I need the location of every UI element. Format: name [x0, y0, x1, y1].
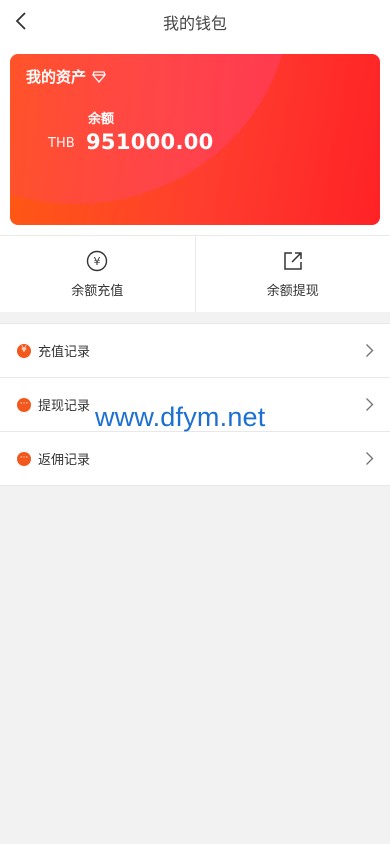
- assets-title: 我的资产: [26, 68, 87, 86]
- yen-dot-icon: ¥: [17, 343, 31, 358]
- diamond-icon: [92, 70, 106, 83]
- list-item-recharge-records[interactable]: ¥ 充值记录: [0, 324, 390, 378]
- balance-amount: 951000.00: [86, 130, 214, 154]
- yen-circle-icon: ¥: [87, 250, 108, 271]
- currency-code: THB: [48, 136, 75, 151]
- withdraw-label: 余额提现: [266, 283, 319, 299]
- watermark-text: www.dfym.net: [95, 402, 266, 432]
- recharge-button[interactable]: ¥ 余额充值: [0, 236, 195, 312]
- withdraw-button[interactable]: 余额提现: [194, 236, 390, 312]
- external-link-icon: [284, 251, 302, 270]
- chevron-right-icon: [366, 398, 374, 411]
- list-item-label: 返佣记录: [38, 453, 91, 468]
- recharge-label: 余额充值: [71, 283, 124, 299]
- balance-label: 余额: [88, 112, 115, 127]
- chevron-right-icon: [366, 452, 374, 465]
- ellipsis-dot-icon: ···: [17, 451, 31, 466]
- list-item-commission-records[interactable]: ··· 返佣记录: [0, 432, 390, 486]
- wallet-actions: ¥ 余额充值 余额提现: [0, 235, 390, 312]
- list-item-label: 充值记录: [38, 345, 91, 360]
- page-title: 我的钱包: [162, 14, 227, 33]
- chevron-left-icon: [15, 12, 26, 30]
- ellipsis-dot-icon: ···: [17, 397, 31, 412]
- wallet-card-container: 我的资产 余额 THB 951000.00: [0, 44, 390, 235]
- back-button[interactable]: [10, 10, 32, 32]
- wallet-card: 我的资产 余额 THB 951000.00: [10, 54, 380, 225]
- svg-text:¥: ¥: [94, 255, 101, 268]
- nav-bar: 我的钱包: [0, 0, 390, 44]
- chevron-right-icon: [366, 344, 374, 357]
- assets-header: 我的资产: [26, 66, 106, 87]
